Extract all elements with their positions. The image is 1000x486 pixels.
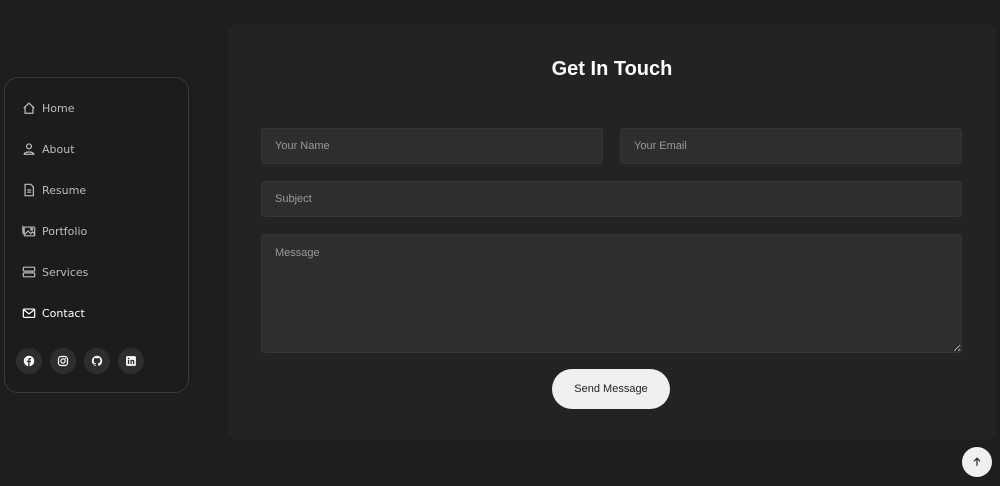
facebook-link[interactable] [16,348,42,374]
file-icon [21,183,36,198]
linkedin-icon [126,356,136,366]
facebook-icon [23,355,35,367]
sidebar-item-label: Resume [42,183,87,197]
user-icon [21,142,36,157]
sidebar: Home About Resume Portfolio Services Con… [4,77,189,393]
sidebar-item-contact[interactable]: Contact [21,302,85,324]
envelope-icon [21,306,36,321]
instagram-icon [57,355,69,367]
sidebar-item-about[interactable]: About [21,138,75,160]
server-icon [21,265,36,280]
name-field[interactable] [261,128,603,164]
message-field[interactable] [261,234,962,353]
contact-section: Get In Touch Send Message [228,24,996,440]
sidebar-item-resume[interactable]: Resume [21,179,86,201]
github-link[interactable] [84,348,110,374]
sidebar-item-label: Home [42,101,75,115]
image-icon [21,224,36,239]
send-message-button[interactable]: Send Message [552,369,670,409]
social-links [16,348,144,374]
page-title: Get In Touch [551,58,673,80]
instagram-link[interactable] [50,348,76,374]
sidebar-item-services[interactable]: Services [21,261,88,283]
sidebar-item-label: Services [42,265,89,279]
github-icon [91,355,103,366]
home-icon [21,101,36,116]
sidebar-item-label: Portfolio [42,224,88,238]
scroll-top-button[interactable] [962,447,992,477]
sidebar-item-label: About [42,142,75,156]
linkedin-link[interactable] [118,348,144,374]
sidebar-item-label: Contact [42,306,85,320]
arrow-up-icon [973,457,981,466]
sidebar-item-home[interactable]: Home [21,97,74,119]
sidebar-item-portfolio[interactable]: Portfolio [21,220,87,242]
subject-field[interactable] [261,181,962,217]
email-field[interactable] [620,128,962,164]
